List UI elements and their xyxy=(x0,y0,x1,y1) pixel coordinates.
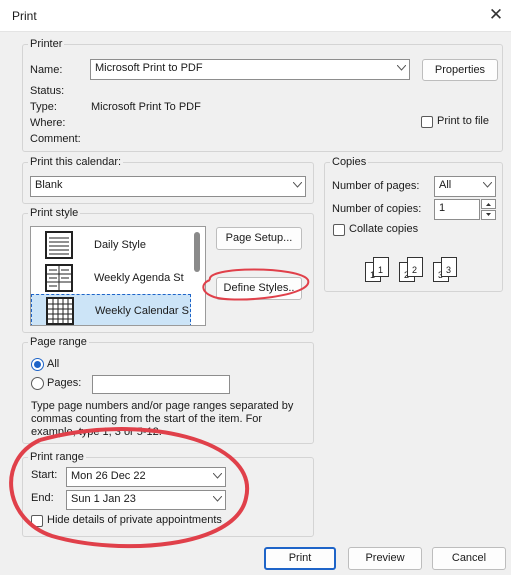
printer-name-value: Microsoft Print to PDF xyxy=(95,62,203,74)
chevron-down-icon xyxy=(209,491,225,509)
end-label: End: xyxy=(31,492,54,504)
print-to-file-checkbox[interactable] xyxy=(421,116,433,128)
calendar-value: Blank xyxy=(35,179,63,191)
end-date-value: Sun 1 Jan 23 xyxy=(71,493,136,505)
style-item-label: Weekly Agenda St xyxy=(94,272,184,284)
hide-details-label: Hide details of private appointments xyxy=(47,514,222,526)
style-item-weekly-agenda[interactable]: Weekly Agenda St xyxy=(31,262,191,295)
print-style-list[interactable]: Daily Style Weekly Agenda St Weekly Cale… xyxy=(30,226,206,326)
spin-down-icon[interactable] xyxy=(481,210,496,220)
define-styles-button[interactable]: Define Styles.. xyxy=(216,277,302,300)
daily-style-icon xyxy=(45,231,73,259)
pages-input[interactable] xyxy=(92,375,230,394)
chevron-down-icon xyxy=(479,177,495,196)
printer-name-select[interactable]: Microsoft Print to PDF xyxy=(90,59,410,80)
all-label: All xyxy=(47,358,60,370)
style-item-daily[interactable]: Daily Style xyxy=(31,229,191,262)
num-pages-value: All xyxy=(439,179,452,191)
num-copies-value: 1 xyxy=(439,202,446,214)
start-date-select[interactable]: Mon 26 Dec 22 xyxy=(66,467,226,487)
style-item-label: Weekly Calendar S xyxy=(95,305,189,317)
title-bar xyxy=(0,0,511,32)
cancel-button[interactable]: Cancel xyxy=(432,547,506,570)
status-label: Status: xyxy=(30,85,65,97)
print-to-file-label: Print to file xyxy=(437,115,489,127)
close-icon[interactable]: ✕ xyxy=(484,4,508,26)
end-date-select[interactable]: Sun 1 Jan 23 xyxy=(66,490,226,510)
chevron-down-icon xyxy=(209,468,225,486)
type-value: Microsoft Print To PDF xyxy=(91,101,201,113)
collate-checkbox[interactable] xyxy=(333,224,345,236)
where-label: Where: xyxy=(30,117,66,129)
style-item-label: Daily Style xyxy=(94,239,146,251)
style-item-weekly-calendar[interactable]: Weekly Calendar S xyxy=(31,294,191,325)
chevron-down-icon xyxy=(289,177,305,196)
collate-pages-icon: 1 1 2 2 3 3 xyxy=(365,256,465,286)
print-style-title: Print style xyxy=(28,207,81,219)
window-title: Print xyxy=(12,9,37,23)
start-date-value: Mon 26 Dec 22 xyxy=(71,470,146,482)
preview-button[interactable]: Preview xyxy=(348,547,422,570)
weekly-agenda-icon xyxy=(45,264,73,292)
page-setup-button[interactable]: Page Setup... xyxy=(216,227,302,250)
num-pages-label: Number of pages: xyxy=(332,180,420,192)
printer-name-label: Name: xyxy=(30,64,63,76)
page-range-note: Type page numbers and/or page ranges sep… xyxy=(31,400,294,438)
collate-label: Collate copies xyxy=(349,223,419,235)
calendar-select[interactable]: Blank xyxy=(30,176,306,197)
num-copies-input[interactable]: 1 xyxy=(434,199,480,220)
comment-label: Comment: xyxy=(30,133,81,145)
num-pages-select[interactable]: All xyxy=(434,176,496,197)
start-label: Start: xyxy=(31,469,58,481)
print-range-title: Print range xyxy=(28,451,86,463)
type-label: Type: xyxy=(30,101,57,113)
all-radio[interactable] xyxy=(31,358,44,371)
num-copies-label: Number of copies: xyxy=(332,203,422,215)
weekly-calendar-icon xyxy=(46,297,74,325)
pages-radio[interactable] xyxy=(31,377,44,390)
style-list-scrollbar[interactable] xyxy=(194,232,200,272)
page-range-title: Page range xyxy=(28,336,89,348)
copies-title: Copies xyxy=(330,156,369,168)
chevron-down-icon xyxy=(393,60,409,79)
print-calendar-title: Print this calendar: xyxy=(28,156,124,168)
hide-details-checkbox[interactable] xyxy=(31,515,43,527)
print-button[interactable]: Print xyxy=(264,547,336,570)
pages-label: Pages: xyxy=(47,377,82,389)
printer-group-title: Printer xyxy=(28,38,65,50)
properties-button[interactable]: Properties xyxy=(422,59,498,81)
spin-up-icon[interactable] xyxy=(481,199,496,209)
